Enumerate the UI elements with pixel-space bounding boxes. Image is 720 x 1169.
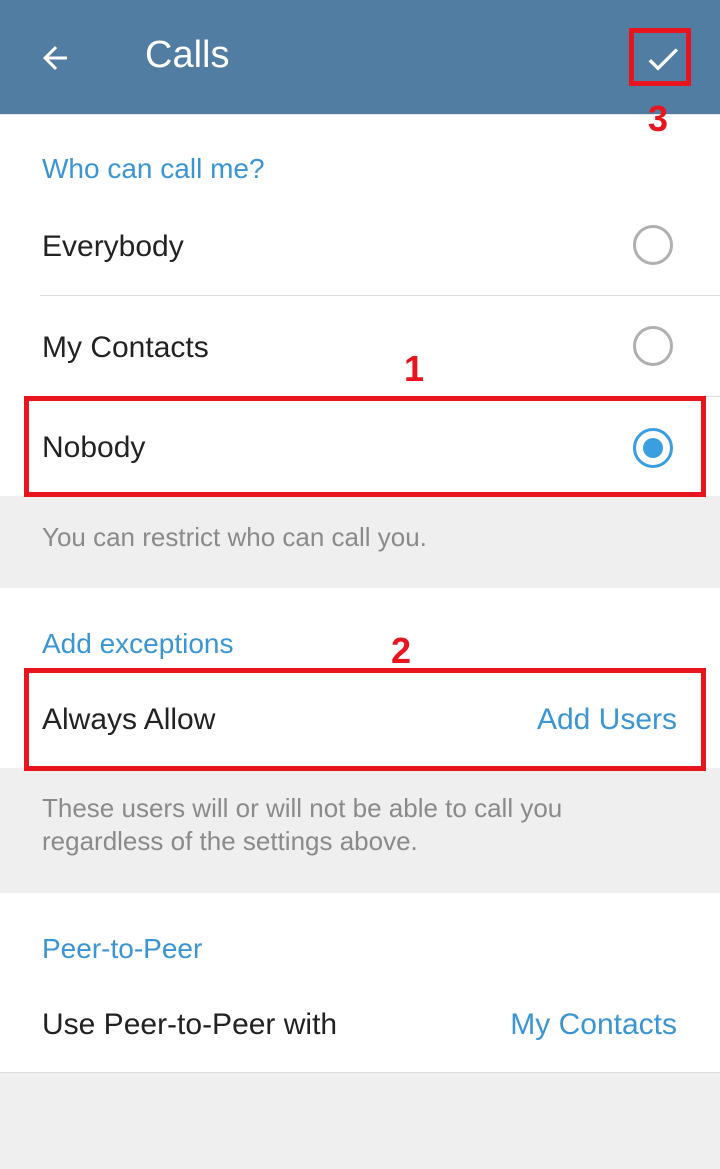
page-title: Calls — [145, 34, 230, 76]
option-my-contacts[interactable]: My Contacts — [0, 296, 720, 396]
p2p-value[interactable]: My Contacts — [510, 1008, 677, 1042]
section-header-exceptions: Add exceptions — [42, 628, 234, 659]
who-can-call-hint: You can restrict who can call you. — [42, 522, 427, 552]
annotation-number-2: 2 — [391, 630, 412, 671]
radio-everybody[interactable] — [633, 225, 673, 265]
p2p-label: Use Peer-to-Peer with — [42, 1008, 338, 1041]
annotation-box-2 — [24, 668, 706, 771]
annotation-number-1: 1 — [404, 348, 425, 389]
annotation-number-3: 3 — [648, 98, 669, 139]
radio-my-contacts[interactable] — [633, 326, 673, 366]
p2p-row[interactable]: Use Peer-to-Peer with My Contacts — [0, 975, 720, 1075]
section-header-who-can-call: Who can call me? — [42, 153, 265, 184]
peer-to-peer-section: Peer-to-Peer Use Peer-to-Peer with My Co… — [0, 893, 720, 1073]
arrow-left-icon — [43, 46, 67, 70]
option-everybody[interactable]: Everybody — [0, 195, 720, 295]
back-button[interactable] — [30, 33, 80, 83]
option-label: My Contacts — [42, 331, 209, 364]
section-header-p2p: Peer-to-Peer — [42, 933, 203, 964]
exceptions-hint-line: regardless of the settings above. — [42, 826, 418, 856]
option-label: Everybody — [42, 230, 184, 263]
annotation-box-3 — [629, 28, 691, 86]
exceptions-hint: These users will or will not be able to … — [42, 792, 562, 858]
annotation-box-1 — [24, 396, 706, 497]
app-bar: Calls — [0, 0, 720, 114]
exceptions-hint-line: These users will or will not be able to … — [42, 793, 563, 823]
